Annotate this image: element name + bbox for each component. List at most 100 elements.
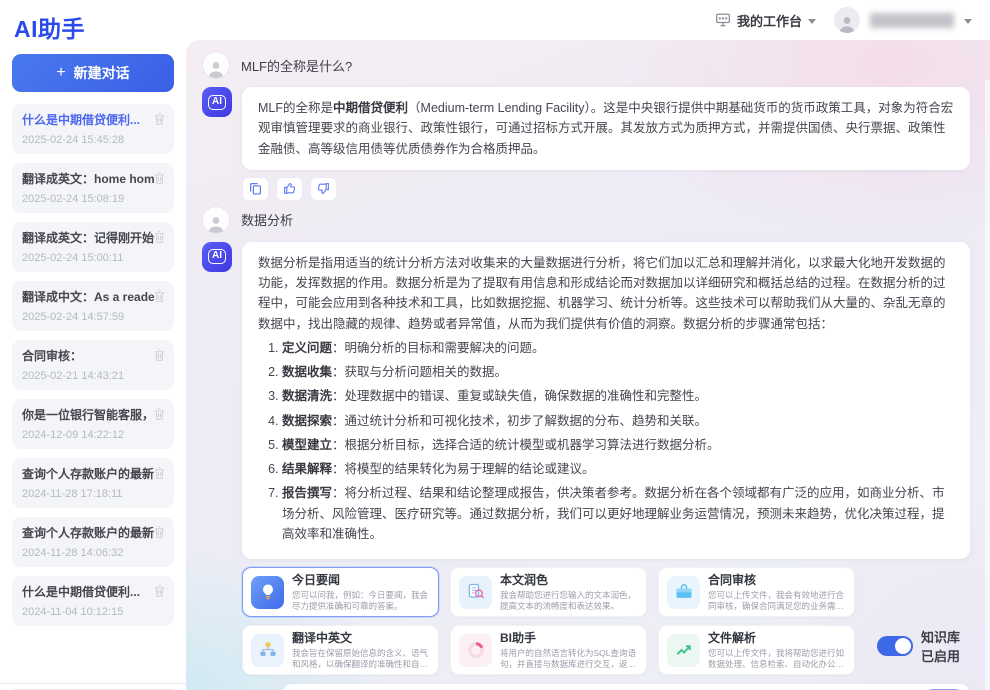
trash-icon[interactable]: [153, 407, 166, 421]
toggle-knob: [895, 638, 911, 654]
chevron-down-icon: [808, 19, 816, 24]
conversation-item[interactable]: 查询个人存款账户的最新... 2024-11-28 17:18:11: [12, 458, 174, 508]
trash-icon[interactable]: [153, 171, 166, 185]
conversation-title: 查询个人存款账户的最新...: [22, 465, 154, 482]
toggle-switch-on[interactable]: [877, 636, 913, 656]
quick-cards-row: 今日要闻 您可以问我，例如：今日要闻，我会尽力提供准确和可靠的答案。 本文润色 …: [242, 567, 970, 675]
card-desc: 我会旨在保留原始信息的含义、语气和风格，以确保翻译的准确性和自然流畅。: [292, 648, 430, 669]
card-desc: 您可以上传文件，我将帮助您进行如数据处理、信息检索、自动化办公等。: [708, 648, 846, 669]
new-chat-label: 新建对话: [74, 63, 130, 83]
conversation-title: 翻译成英文：home home: [22, 170, 154, 187]
user-avatar[interactable]: [834, 7, 860, 33]
conversation-title: 翻译成中文：As a reader...: [22, 288, 154, 305]
step-title: 报告撰写: [282, 486, 332, 500]
card-desc: 您可以问我，例如：今日要闻，我会尽力提供准确和可靠的答案。: [292, 590, 430, 611]
thumbs-up-icon: [283, 182, 296, 195]
toggle-label: 知识库已启用: [921, 627, 970, 665]
ai-message-text: MLF的全称是: [258, 101, 333, 115]
user-avatar: [202, 206, 230, 234]
conversation-item[interactable]: 翻译成英文：记得刚开始... 2025-02-24 15:00:11: [12, 222, 174, 272]
quick-card[interactable]: 翻译中英文 我会旨在保留原始信息的含义、语气和风格，以确保翻译的准确性和自然流畅…: [242, 625, 439, 675]
copy-icon: [249, 182, 262, 195]
sidebar-bottom-divider: [0, 683, 186, 684]
user-message-text: MLF的全称是什么?: [241, 56, 352, 75]
conversation-time: 2024-11-28 17:18:11: [22, 488, 164, 500]
card-title: BI助手: [500, 631, 638, 646]
step-desc: ：将模型的结果转化为易于理解的结论或建议。: [332, 462, 595, 476]
analysis-steps-list: 定义问题：明确分析的目标和需要解决的问题。数据收集：获取与分析问题相关的数据。数…: [258, 338, 954, 544]
step-desc: ：获取与分析问题相关的数据。: [332, 365, 507, 379]
quick-card[interactable]: 文件解析 您可以上传文件，我将帮助您进行如数据处理、信息检索、自动化办公等。: [658, 625, 855, 675]
copy-button[interactable]: [242, 177, 269, 201]
scrollbar[interactable]: [985, 80, 990, 690]
message-actions: [242, 177, 970, 201]
workspace-menu[interactable]: 我的工作台: [715, 11, 816, 30]
conversation-item[interactable]: 翻译成英文：home home 2025-02-24 15:08:19: [12, 163, 174, 213]
ai-avatar: AI: [202, 242, 232, 272]
card-desc: 将用户的自然语言转化为SQL查询语句，并直接与数据库进行交互，返回智能推荐的图表…: [500, 648, 638, 669]
ai-message-row: AI 数据分析是指用适当的统计分析方法对收集来的大量数据进行分析，将它们加以汇总…: [202, 242, 970, 559]
ai-badge: AI: [208, 95, 226, 110]
ai-message-card: 数据分析是指用适当的统计分析方法对收集来的大量数据进行分析，将它们加以汇总和理解…: [242, 242, 970, 559]
card-title: 合同审核: [708, 573, 846, 588]
trash-icon[interactable]: [153, 112, 166, 126]
new-chat-button[interactable]: + 新建对话: [12, 54, 174, 92]
ai-message-bold: 中期借贷便利: [333, 101, 408, 115]
step-item: 数据探索：通过统计分析和可视化技术，初步了解数据的分布、趋势和关联。: [282, 411, 954, 431]
person-icon: [206, 58, 226, 78]
conversation-item[interactable]: 合同审核： 2025-02-21 14:43:21: [12, 340, 174, 390]
step-item: 数据清洗：处理数据中的错误、重复或缺失值，确保数据的准确性和完整性。: [282, 386, 954, 406]
thumbs-down-button[interactable]: [310, 177, 337, 201]
person-icon: [206, 213, 226, 233]
trash-icon[interactable]: [153, 584, 166, 598]
conversation-time: 2025-02-24 15:45:28: [22, 134, 164, 146]
top-bar: 我的工作台: [186, 0, 990, 40]
trash-icon[interactable]: [153, 289, 166, 303]
right-column: 我的工作台 MLF的全称是什么? AI: [186, 0, 990, 690]
step-desc: ：处理数据中的错误、重复或缺失值，确保数据的准确性和完整性。: [332, 389, 707, 403]
quick-card[interactable]: 合同审核 您可以上传文件，我会有效地进行合同审核，确保合同满足您的业务需求。: [658, 567, 855, 617]
step-desc: ：通过统计分析和可视化技术，初步了解数据的分布、趋势和关联。: [332, 414, 707, 428]
conversation-title: 什么是中期借贷便利...: [22, 583, 154, 600]
pie-chart-icon: [459, 634, 492, 667]
ai-message-card: MLF的全称是中期借贷便利（Medium-term Lending Facili…: [242, 87, 970, 170]
ai-avatar: AI: [202, 87, 232, 117]
app-logo: AI助手: [0, 0, 186, 52]
ai-badge: AI: [208, 249, 226, 264]
chevron-down-icon[interactable]: [964, 19, 972, 24]
thumbs-down-icon: [317, 182, 330, 195]
conversation-time: 2025-02-24 14:57:59: [22, 311, 164, 323]
knowledge-base-toggle[interactable]: 知识库已启用: [877, 627, 970, 665]
conversation-item[interactable]: 查询个人存款账户的最新... 2024-11-28 14:06:32: [12, 517, 174, 567]
quick-card[interactable]: 今日要闻 您可以问我，例如：今日要闻，我会尽力提供准确和可靠的答案。: [242, 567, 439, 617]
trash-icon[interactable]: [153, 348, 166, 362]
conversation-item[interactable]: 什么是中期借贷便利... 2024-11-04 10:12:15: [12, 576, 174, 626]
step-title: 模型建立: [282, 438, 332, 452]
bulb-icon: [251, 576, 284, 609]
conversation-title: 你是一位银行智能客服，...: [22, 406, 154, 423]
conversation-time: 2024-11-04 10:12:15: [22, 606, 164, 618]
conversation-item[interactable]: 翻译成中文：As a reader... 2025-02-24 14:57:59: [12, 281, 174, 331]
step-item: 模型建立：根据分析目标，选择合适的统计模型或机器学习算法进行数据分析。: [282, 435, 954, 455]
quick-card[interactable]: BI助手 将用户的自然语言转化为SQL查询语句，并直接与数据库进行交互，返回智能…: [450, 625, 647, 675]
user-avatar: [202, 51, 230, 79]
briefcase-icon: [667, 576, 700, 609]
trash-icon[interactable]: [153, 525, 166, 539]
plus-icon: +: [56, 64, 65, 82]
trash-icon[interactable]: [153, 466, 166, 480]
step-title: 数据探索: [282, 414, 332, 428]
step-title: 结果解释: [282, 462, 332, 476]
polish-icon: [459, 576, 492, 609]
user-message-row: MLF的全称是什么?: [202, 51, 970, 79]
quick-card[interactable]: 本文润色 我会帮助您进行您输入的文本润色，提高文本的流畅度和表达效果。: [450, 567, 647, 617]
conversation-item[interactable]: 什么是中期借贷便利... 2025-02-24 15:45:28: [12, 104, 174, 154]
trash-icon[interactable]: [153, 230, 166, 244]
conversation-list: 什么是中期借贷便利... 2025-02-24 15:45:28 翻译成英文：h…: [0, 104, 186, 687]
translate-icon: [251, 634, 284, 667]
step-item: 结果解释：将模型的结果转化为易于理解的结论或建议。: [282, 459, 954, 479]
step-title: 数据清洗: [282, 389, 332, 403]
thumbs-up-button[interactable]: [276, 177, 303, 201]
step-desc: ：将分析过程、结果和结论整理成报告，供决策者参考。数据分析在各个领域都有广泛的应…: [282, 486, 945, 541]
card-desc: 我会帮助您进行您输入的文本润色，提高文本的流畅度和表达效果。: [500, 590, 638, 611]
conversation-item[interactable]: 你是一位银行智能客服，... 2024-12-09 14:22:12: [12, 399, 174, 449]
